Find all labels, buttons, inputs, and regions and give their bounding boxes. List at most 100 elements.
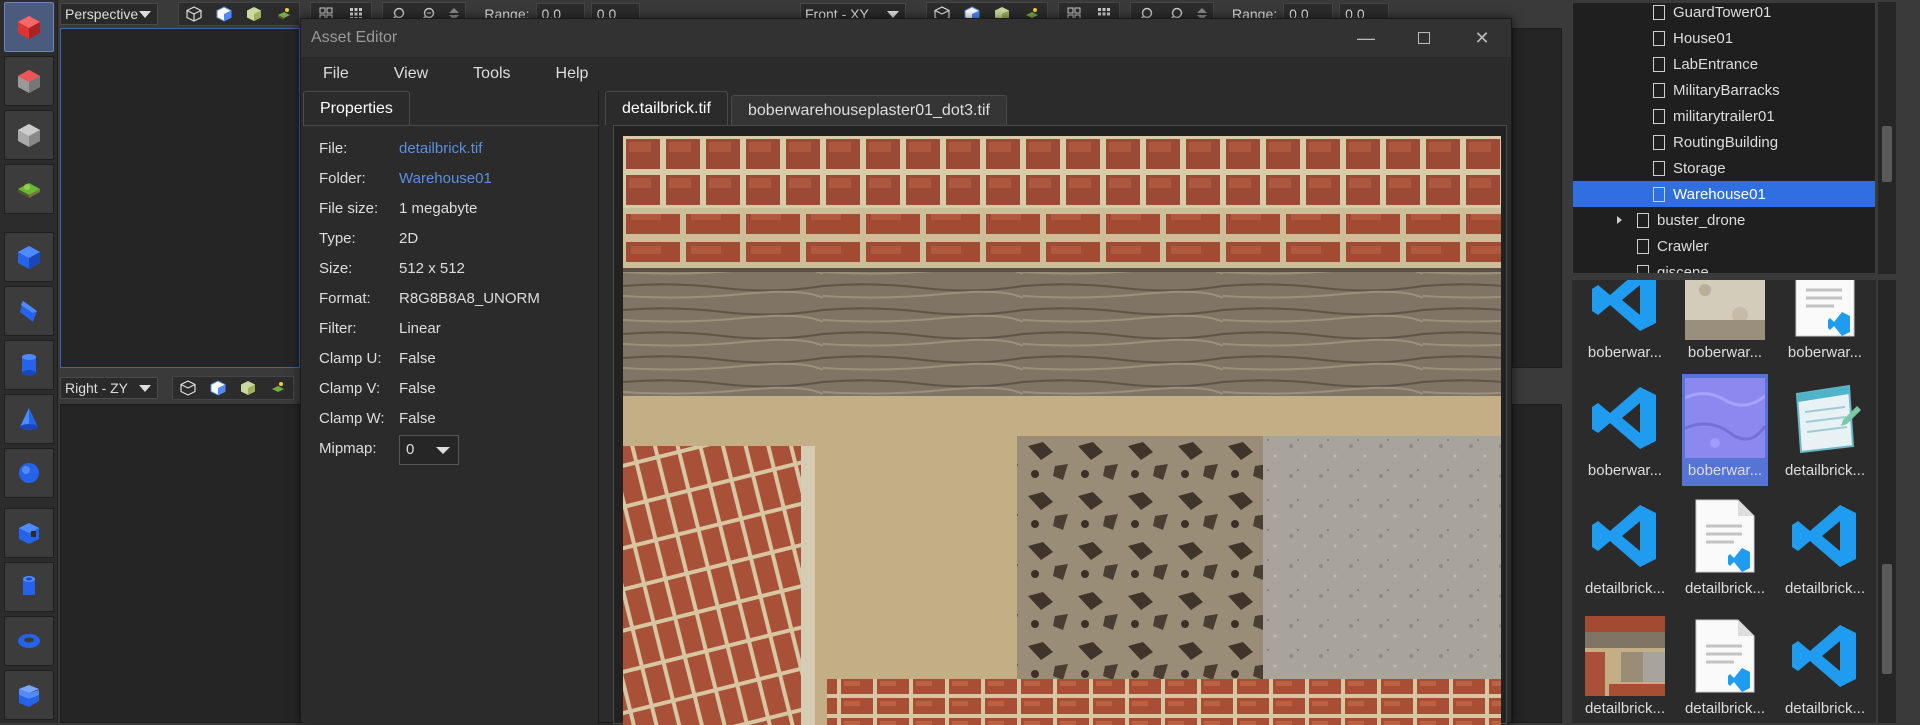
asset-item[interactable]: detailbrick... xyxy=(1582,492,1668,608)
properties-panel: Properties File: detailbrick.tif Folder: W… xyxy=(303,91,599,724)
tube-tool-button[interactable] xyxy=(4,562,54,612)
menu-bar: File View Tools Help xyxy=(301,57,1511,91)
asset-label: boberwar... xyxy=(1587,344,1663,361)
asset-label: boberwar... xyxy=(1687,344,1763,361)
property-value: False xyxy=(399,380,436,397)
red-gray-cube-tool-button[interactable] xyxy=(4,56,54,106)
torus-tool-button[interactable] xyxy=(4,616,54,666)
menu-help[interactable]: Help xyxy=(556,65,612,83)
asset-item[interactable]: detailbrick... xyxy=(1582,612,1668,723)
perspective-viewport-canvas[interactable] xyxy=(60,28,300,368)
asset-label: detailbrick... xyxy=(1784,700,1866,717)
lit-shading-button[interactable] xyxy=(269,3,299,25)
red-cube-tool-button[interactable] xyxy=(4,2,54,52)
tab-properties[interactable]: Properties xyxy=(303,91,410,125)
asset-item[interactable]: detailbrick... xyxy=(1782,374,1868,490)
tube-icon xyxy=(23,576,35,595)
property-key: Clamp U: xyxy=(319,350,382,367)
terrain-tool-button[interactable] xyxy=(4,164,54,214)
tree-item-warehouse01[interactable]: Warehouse01 xyxy=(1573,181,1875,207)
tab-detailbrick[interactable]: detailbrick.tif xyxy=(605,91,728,125)
textured-shading-button[interactable] xyxy=(233,377,263,399)
tree-item-militarytrailer01[interactable]: militarytrailer01 xyxy=(1573,103,1875,129)
textured-shading-button[interactable] xyxy=(239,3,269,25)
solid-cube-icon xyxy=(216,6,232,22)
wireframe-shading-button[interactable] xyxy=(179,3,209,25)
file-link[interactable]: detailbrick.tif xyxy=(399,138,482,160)
tree-item-giscene[interactable]: giscene xyxy=(1573,259,1875,273)
front-viewport-canvas[interactable] xyxy=(1512,28,1562,368)
menu-tools[interactable]: Tools xyxy=(473,65,533,83)
property-mipmap: Mipmap: 0 xyxy=(319,435,579,465)
asset-item[interactable]: detailbrick... xyxy=(1782,492,1868,608)
menu-file[interactable]: File xyxy=(323,65,372,83)
tree-item-buster-drone[interactable]: buster_drone xyxy=(1573,207,1875,233)
texture-image[interactable] xyxy=(623,136,1501,725)
property-key: File: xyxy=(319,140,348,157)
solid-shading-button[interactable] xyxy=(209,3,239,25)
cylinder-tool-button[interactable] xyxy=(4,340,54,390)
vscode-document-icon xyxy=(1685,496,1765,576)
blue-cube-tool-button[interactable] xyxy=(4,232,54,282)
expand-arrow-icon[interactable] xyxy=(1617,216,1622,224)
wireframe-shading-button[interactable] xyxy=(173,377,203,399)
asset-item[interactable]: boberwar... xyxy=(1782,280,1868,372)
bottom-right-viewport-canvas[interactable] xyxy=(1512,404,1562,723)
asset-item[interactable]: boberwar... xyxy=(1582,374,1668,490)
tree-item-storage[interactable]: Storage xyxy=(1573,155,1875,181)
wedge-tool-button[interactable] xyxy=(4,286,54,336)
asset-item[interactable]: detailbrick... xyxy=(1682,492,1768,608)
asset-item[interactable]: boberwar... xyxy=(1582,280,1668,372)
asset-item[interactable]: detailbrick... xyxy=(1682,612,1768,723)
minimize-button[interactable]: — xyxy=(1337,19,1395,57)
asset-item[interactable]: boberwar... xyxy=(1682,280,1768,372)
scrollbar-thumb[interactable] xyxy=(1882,126,1892,182)
property-key: Folder: xyxy=(319,170,366,187)
menu-view[interactable]: View xyxy=(394,65,451,83)
gray-cube-tool-button[interactable] xyxy=(4,110,54,160)
asset-label: boberwar... xyxy=(1687,462,1763,479)
tree-item-label: Warehouse01 xyxy=(1673,185,1766,203)
file-icon xyxy=(1653,82,1665,98)
asset-item[interactable]: boberwar... xyxy=(1682,374,1768,490)
cone-tool-button[interactable] xyxy=(4,394,54,444)
cut-cube-tool-button[interactable] xyxy=(4,508,54,558)
asset-browser-grid: boberwar... boberwar... boberwar... bobe… xyxy=(1572,280,1876,723)
vscode-icon xyxy=(1585,496,1665,576)
view-mode-select[interactable]: Right - ZY xyxy=(60,377,158,399)
close-button[interactable]: ✕ xyxy=(1453,19,1511,57)
tree-item-militarybarracks[interactable]: MilitaryBarracks xyxy=(1573,77,1875,103)
mipmap-value: 0 xyxy=(406,441,415,458)
scrollbar-thumb[interactable] xyxy=(1882,564,1892,674)
tab-boberwarehouseplaster[interactable]: boberwarehouseplaster01_dot3.tif xyxy=(731,95,1007,125)
tree-item-label: MilitaryBarracks xyxy=(1673,81,1780,99)
textured-cube-icon xyxy=(241,381,255,395)
cone-icon xyxy=(20,408,38,430)
sphere-icon xyxy=(19,463,39,483)
maximize-button[interactable] xyxy=(1395,19,1453,57)
primitive-toolstrip xyxy=(0,0,58,723)
tree-item-labentrance[interactable]: LabEntrance xyxy=(1573,51,1875,77)
lit-shading-button[interactable] xyxy=(263,377,293,399)
property-key: Clamp V: xyxy=(319,380,381,397)
chevron-down-icon xyxy=(139,10,152,18)
asset-label: detailbrick... xyxy=(1784,462,1866,479)
right-viewport-canvas[interactable] xyxy=(60,404,300,723)
tree-item-house01[interactable]: House01 xyxy=(1573,25,1875,51)
asset-editor-titlebar[interactable]: Asset Editor — ✕ xyxy=(301,19,1511,57)
stairs-tool-button[interactable] xyxy=(4,670,54,720)
view-mode-select[interactable]: Perspective xyxy=(60,3,159,25)
property-key: Mipmap: xyxy=(319,440,377,457)
mipmap-select[interactable]: 0 xyxy=(399,435,459,465)
tree-item-routingbuilding[interactable]: RoutingBuilding xyxy=(1573,129,1875,155)
tree-item-label: House01 xyxy=(1673,29,1734,47)
cylinder-icon xyxy=(22,354,36,376)
tree-item-guardtower01[interactable]: GuardTower01 xyxy=(1573,3,1875,25)
tree-item-crawler[interactable]: Crawler xyxy=(1573,233,1875,259)
sphere-tool-button[interactable] xyxy=(4,448,54,498)
asset-item[interactable]: detailbrick... xyxy=(1782,612,1868,723)
asset-grid-scrollbar[interactable] xyxy=(1878,280,1896,723)
tree-scrollbar[interactable] xyxy=(1878,2,1896,274)
folder-link[interactable]: Warehouse01 xyxy=(399,168,492,190)
solid-shading-button[interactable] xyxy=(203,377,233,399)
